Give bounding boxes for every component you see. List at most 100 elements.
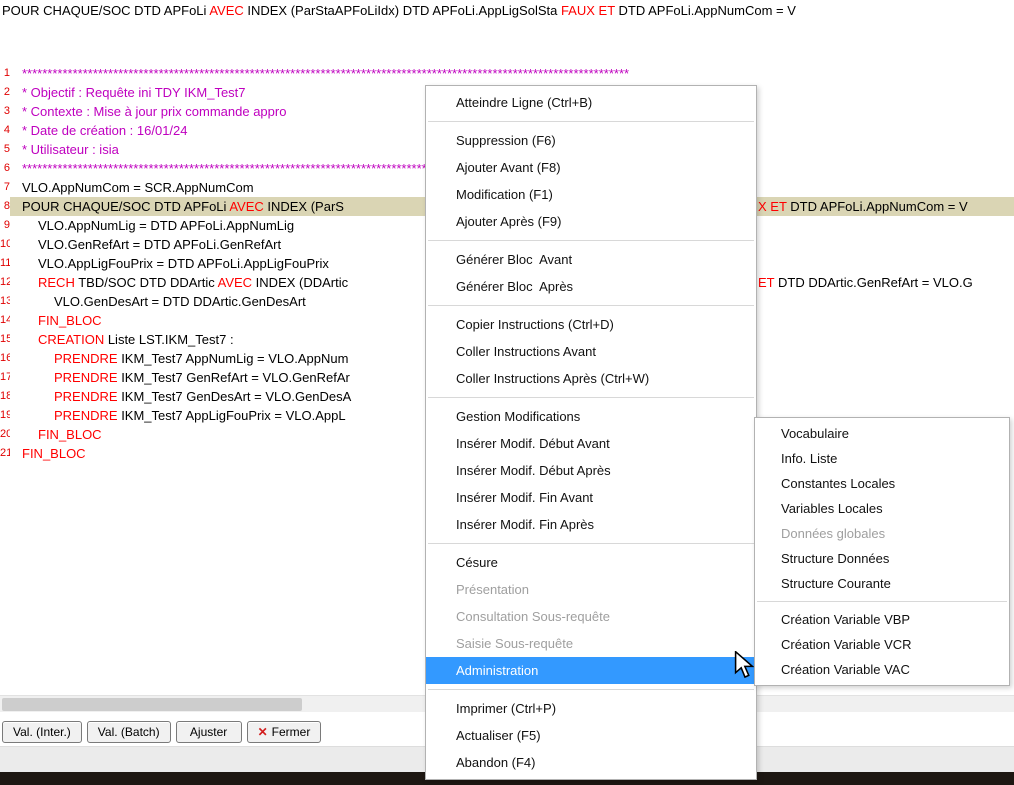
line-number: 17	[0, 368, 10, 387]
code-token: ****************************************…	[22, 66, 629, 81]
submenu-item-structure-courante[interactable]: Structure Courante	[755, 571, 1009, 596]
code-token: IKM_Test7 AppNumLig = VLO.AppNum	[118, 351, 349, 366]
code-token: VLO.GenRefArt = DTD APFoLi.GenRefArt	[38, 237, 281, 252]
code-token: VLO.AppNumLig = DTD APFoLi.AppNumLig	[38, 218, 294, 233]
code-token: IKM_Test7 GenRefArt = VLO.GenRefAr	[118, 370, 350, 385]
submenu-item-creation-variable-vbp[interactable]: Création Variable VBP	[755, 607, 1009, 632]
menu-separator	[428, 543, 754, 544]
button-val-inter[interactable]: Val. (Inter.)	[2, 721, 82, 743]
code-token: Liste LST.IKM_Test7 :	[104, 332, 233, 347]
line-number: 13	[0, 292, 10, 311]
code-token: FIN_BLOC	[38, 427, 102, 442]
menu-item-inserer-modif-fin-apres[interactable]: Insérer Modif. Fin Après	[426, 511, 756, 538]
menu-item-cesure[interactable]: Césure	[426, 549, 756, 576]
close-x-icon: ✕	[258, 725, 268, 739]
code-token: * Utilisateur : isia	[22, 142, 119, 157]
menu-item-abandon-f4[interactable]: Abandon (F4)	[426, 749, 756, 776]
menu-item-consultation-sous-requete: Consultation Sous-requête	[426, 603, 756, 630]
submenu-item-variables-locales[interactable]: Variables Locales	[755, 496, 1009, 521]
menu-item-ajouter-avant-f8[interactable]: Ajouter Avant (F8)	[426, 154, 756, 181]
submenu-item-constantes-locales[interactable]: Constantes Locales	[755, 471, 1009, 496]
submenu-item-info-liste[interactable]: Info. Liste	[755, 446, 1009, 471]
line-number: 4	[0, 121, 10, 140]
line-number: 8	[0, 197, 10, 216]
button-label: Val. (Batch)	[98, 725, 160, 739]
code-token: PRENDRE	[54, 351, 118, 366]
line-number: 12	[0, 273, 10, 292]
button-fermer[interactable]: ✕ Fermer	[247, 721, 322, 743]
action-button-bar: Val. (Inter.) Val. (Batch) Ajuster ✕ Fermer	[2, 721, 321, 743]
line-number: 3	[0, 102, 10, 121]
menu-item-modification-f1[interactable]: Modification (F1)	[426, 181, 756, 208]
menu-item-copier-instructions-ctrl-d[interactable]: Copier Instructions (Ctrl+D)	[426, 311, 756, 338]
line-number: 21	[0, 444, 10, 463]
line-right-fragment: ET DTD DDArtic.GenRefArt = VLO.G	[758, 273, 973, 292]
menu-item-saisie-sous-requete: Saisie Sous-requête	[426, 630, 756, 657]
menu-item-atteindre-ligne-ctrl-b[interactable]: Atteindre Ligne (Ctrl+B)	[426, 89, 756, 116]
scrollbar-thumb[interactable]	[2, 698, 302, 711]
code-token: PRENDRE	[54, 408, 118, 423]
menu-item-gestion-modifications[interactable]: Gestion Modifications	[426, 403, 756, 430]
editor-line-1[interactable]: 1 ***************************************…	[0, 64, 1014, 83]
code-token: PRENDRE	[54, 370, 118, 385]
code-token: POUR CHAQUE/SOC DTD APFoLi	[22, 199, 229, 214]
line-number: 5	[0, 140, 10, 159]
submenu-item-creation-variable-vac[interactable]: Création Variable VAC	[755, 657, 1009, 682]
code-token: INDEX (DDArtic	[252, 275, 348, 290]
menu-separator	[428, 689, 754, 690]
code-token: INDEX (ParStaAPFoLiIdx) DTD APFoLi.AppLi…	[244, 3, 561, 18]
query-editor-window: POUR CHAQUE/SOC DTD APFoLi AVEC INDEX (P…	[0, 0, 1014, 785]
code-token: AVEC	[229, 199, 263, 214]
code-token: POUR CHAQUE/SOC DTD APFoLi	[2, 3, 209, 18]
code-token: AVEC	[209, 3, 243, 18]
menu-item-coller-instructions-apres-ctrl-w[interactable]: Coller Instructions Après (Ctrl+W)	[426, 365, 756, 392]
code-token: VLO.AppLigFouPrix = DTD APFoLi.AppLigFou…	[38, 256, 329, 271]
code-token: DTD DDArtic.GenRefArt = VLO.G	[774, 275, 972, 290]
line-number: 6	[0, 159, 10, 178]
line-number: 14	[0, 311, 10, 330]
button-label: Ajuster	[190, 725, 227, 739]
menu-item-ajouter-apres-f9[interactable]: Ajouter Après (F9)	[426, 208, 756, 235]
code-token: CREATION	[38, 332, 104, 347]
submenu-item-donnees-globales: Données globales	[755, 521, 1009, 546]
code-token: DTD APFoLi.AppNumCom = V	[787, 199, 968, 214]
submenu-item-vocabulaire[interactable]: Vocabulaire	[755, 421, 1009, 446]
line-number: 11	[0, 254, 10, 273]
line-content: ****************************************…	[10, 64, 1014, 83]
menu-item-inserer-modif-fin-avant[interactable]: Insérer Modif. Fin Avant	[426, 484, 756, 511]
mouse-cursor	[734, 651, 754, 679]
code-token: ET	[758, 275, 774, 290]
line-number: 9	[0, 216, 10, 235]
code-token: PRENDRE	[54, 389, 118, 404]
menu-separator	[757, 601, 1007, 602]
menu-item-generer-bloc-apres[interactable]: Générer Bloc Après	[426, 273, 756, 300]
menu-item-administration[interactable]: Administration	[426, 657, 756, 684]
button-ajuster[interactable]: Ajuster	[176, 721, 242, 743]
menu-item-generer-bloc-avant[interactable]: Générer Bloc Avant	[426, 246, 756, 273]
code-token: RECH	[38, 275, 75, 290]
code-token: INDEX (ParS	[264, 199, 344, 214]
menu-item-inserer-modif-debut-apres[interactable]: Insérer Modif. Début Après	[426, 457, 756, 484]
code-token: * Contexte : Mise à jour prix commande a…	[22, 104, 286, 119]
menu-separator	[428, 240, 754, 241]
menu-item-actualiser-f5[interactable]: Actualiser (F5)	[426, 722, 756, 749]
menu-item-inserer-modif-debut-avant[interactable]: Insérer Modif. Début Avant	[426, 430, 756, 457]
line-number: 1	[0, 64, 10, 83]
code-token: * Date de création : 16/01/24	[22, 123, 188, 138]
code-token: FIN_BLOC	[22, 446, 86, 461]
button-val-batch[interactable]: Val. (Batch)	[87, 721, 171, 743]
line-number: 16	[0, 349, 10, 368]
button-label: Fermer	[272, 725, 311, 739]
submenu-item-creation-variable-vcr[interactable]: Création Variable VCR	[755, 632, 1009, 657]
menu-item-suppression-f6[interactable]: Suppression (F6)	[426, 127, 756, 154]
submenu-item-structure-donnees[interactable]: Structure Données	[755, 546, 1009, 571]
line-number: 10	[0, 235, 10, 254]
line-number: 2	[0, 83, 10, 102]
line-number: 19	[0, 406, 10, 425]
current-instruction-preview: POUR CHAQUE/SOC DTD APFoLi AVEC INDEX (P…	[0, 0, 1014, 20]
menu-item-imprimer-ctrl-p[interactable]: Imprimer (Ctrl+P)	[426, 695, 756, 722]
code-token: * Objectif : Requête ini TDY IKM_Test7	[22, 85, 246, 100]
menu-item-coller-instructions-avant[interactable]: Coller Instructions Avant	[426, 338, 756, 365]
administration-submenu: VocabulaireInfo. ListeConstantes Locales…	[754, 417, 1010, 686]
line-number: 18	[0, 387, 10, 406]
